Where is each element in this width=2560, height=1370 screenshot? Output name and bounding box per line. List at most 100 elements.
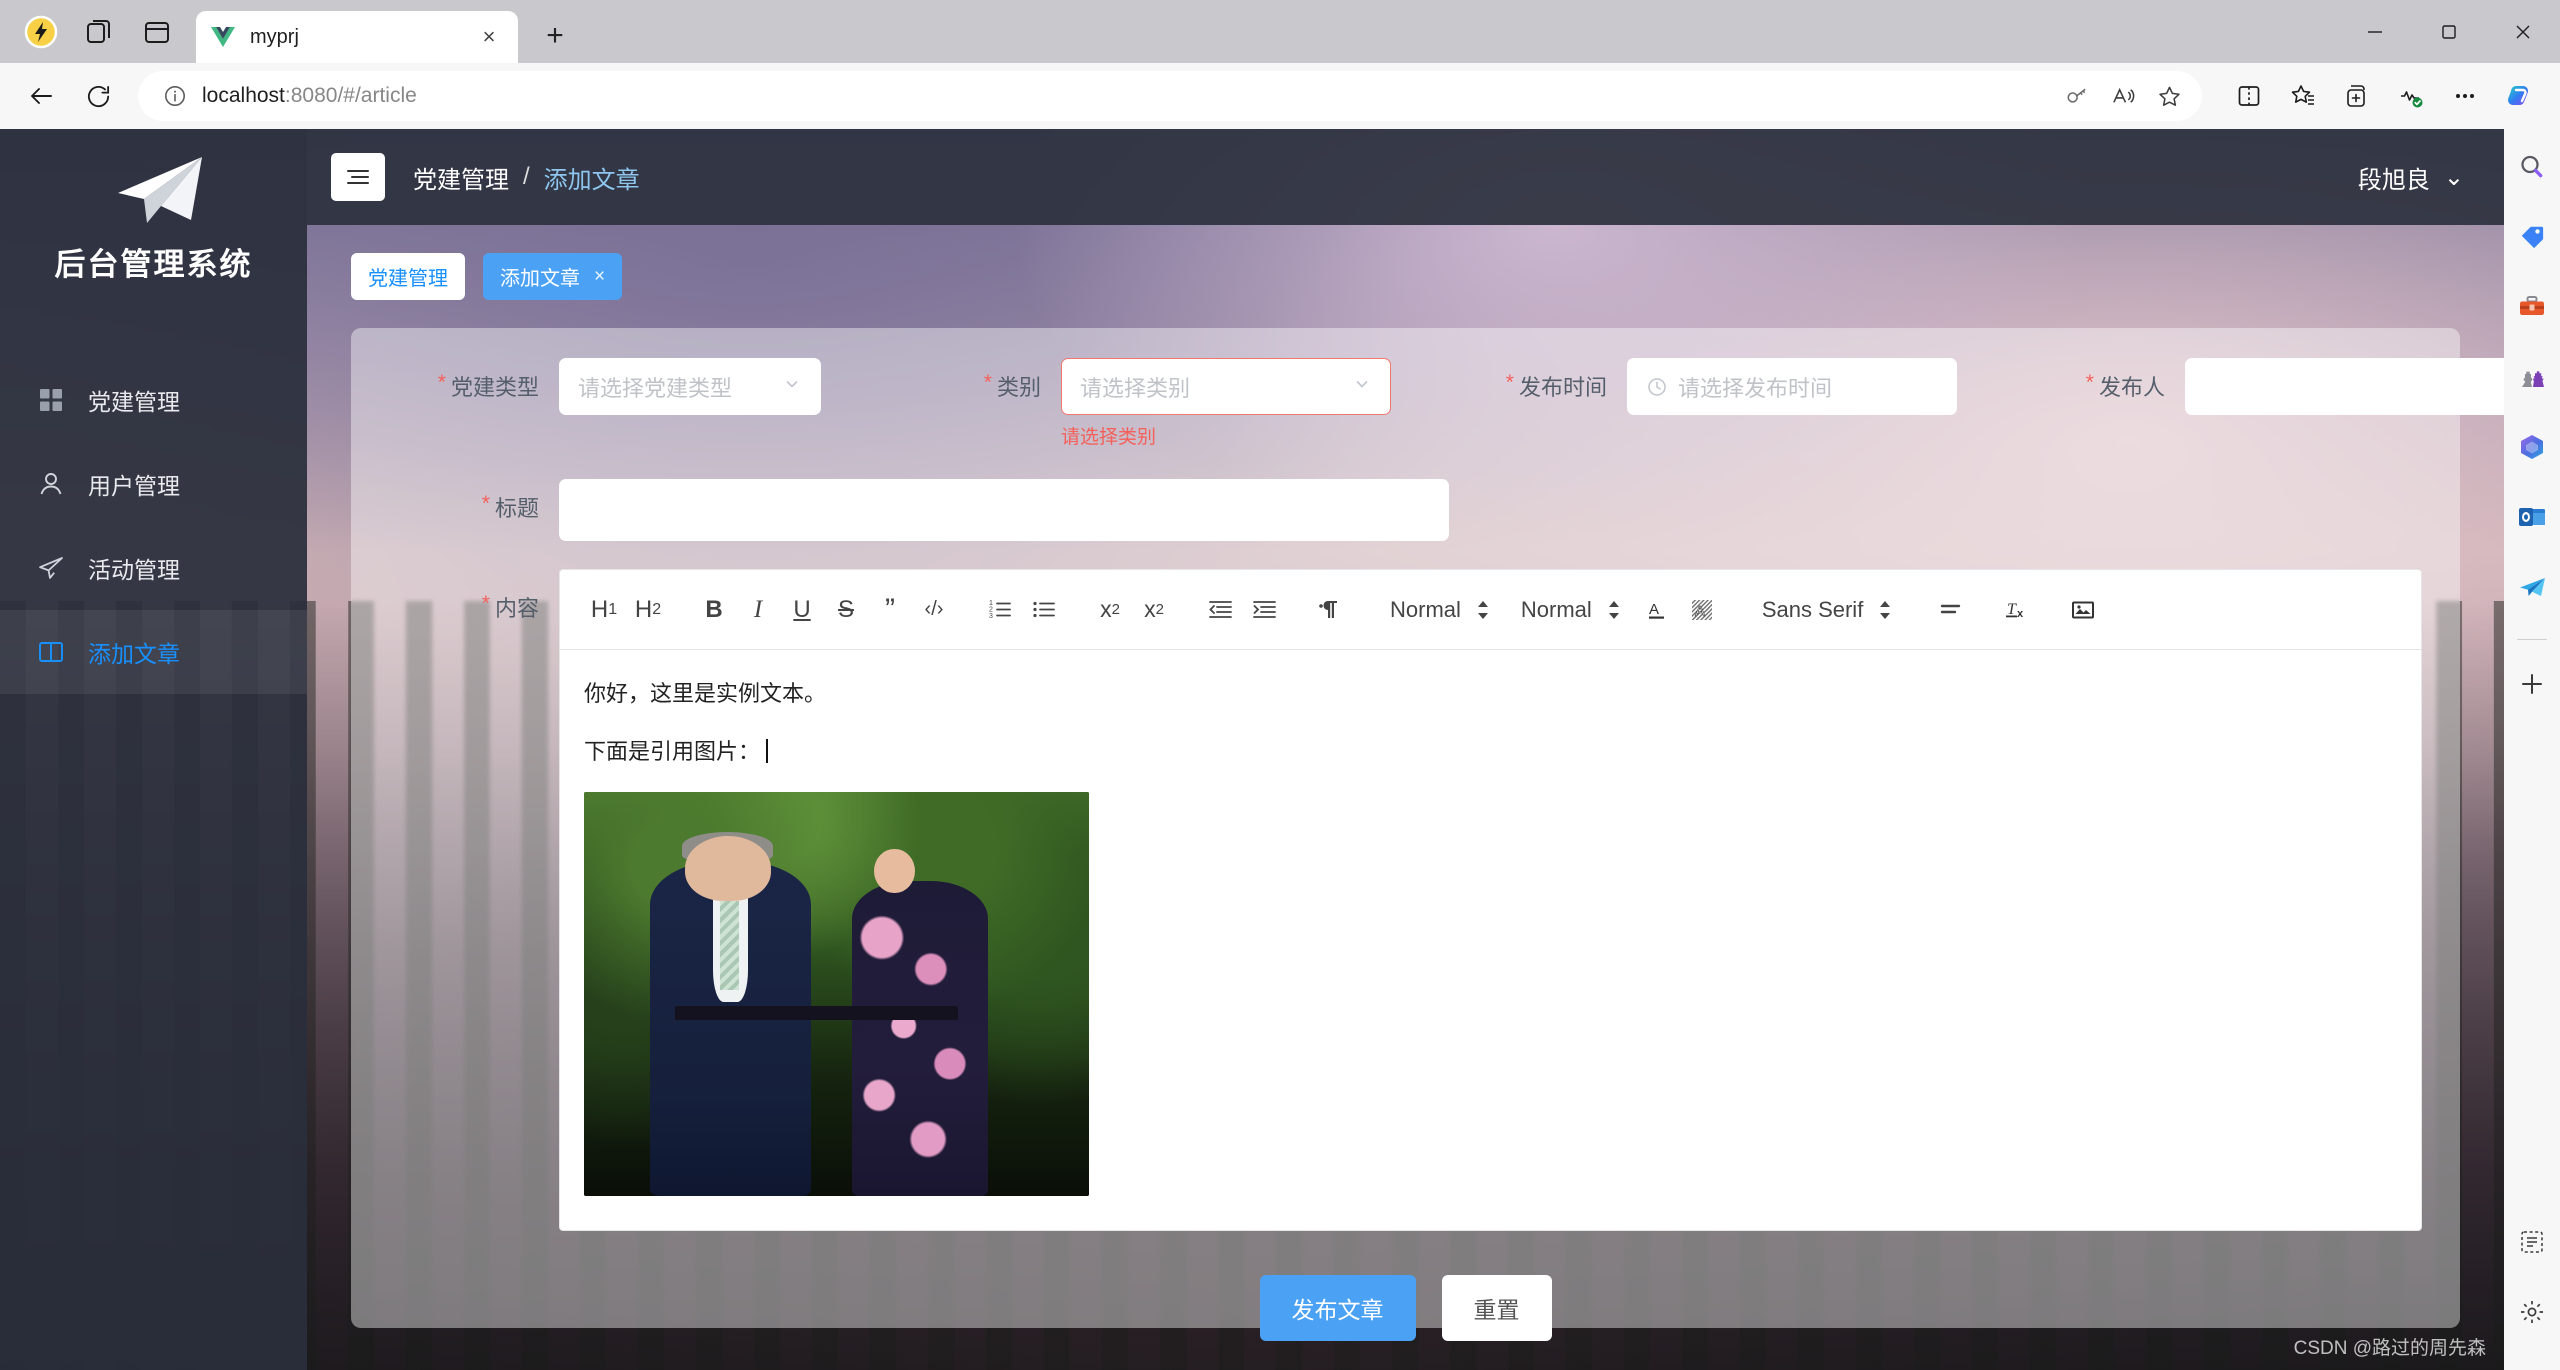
editor-content-area[interactable]: 你好，这里是实例文本。 下面是引用图片： — [560, 650, 2421, 1230]
read-aloud-icon[interactable] — [2100, 73, 2146, 119]
tab-search-icon[interactable] — [76, 9, 122, 55]
toolbox-icon[interactable] — [2510, 285, 2554, 329]
sidebar-item-activity-management[interactable]: 活动管理 — [0, 526, 307, 610]
title-label: * 标题 — [389, 479, 539, 523]
font-color-button[interactable]: A — [1636, 586, 1680, 634]
games-icon[interactable] — [2510, 355, 2554, 399]
close-window-button[interactable] — [2486, 0, 2560, 63]
category-select[interactable]: 请选择类别 — [1061, 358, 1391, 415]
collections-icon[interactable] — [2276, 69, 2330, 123]
field-control — [2185, 358, 2504, 415]
svg-text:3: 3 — [989, 613, 993, 620]
url-path: :8080/#/article — [284, 84, 417, 107]
field-control: 请选择党建类型 — [559, 358, 821, 415]
maximize-button[interactable] — [2412, 0, 2486, 63]
indent-button[interactable] — [1242, 586, 1286, 634]
breadcrumb-parent[interactable]: 党建管理 — [413, 160, 509, 195]
publish-time-picker[interactable]: 请选择发布时间 — [1627, 358, 1957, 415]
text-direction-button[interactable] — [1308, 586, 1352, 634]
svg-text:A: A — [1695, 603, 1705, 620]
favorite-star-icon[interactable] — [2146, 73, 2192, 119]
sidebar-item-add-article[interactable]: 添加文章 — [0, 610, 307, 694]
background-color-button[interactable]: A — [1680, 586, 1724, 634]
heading-1-button[interactable]: H1 — [582, 586, 626, 634]
app-sidebar: 后台管理系统 党建管理 用户管理 活动管理 添加文章 — [0, 129, 307, 1370]
key-icon[interactable] — [2054, 73, 2100, 119]
publisher-input[interactable] — [2185, 358, 2504, 415]
required-marker: * — [1505, 371, 1514, 394]
browser-essentials-icon[interactable] — [2384, 69, 2438, 123]
tag-add-article[interactable]: 添加文章 × — [483, 253, 623, 300]
sidebar-item-user-management[interactable]: 用户管理 — [0, 442, 307, 526]
label-text: 发布人 — [2098, 375, 2165, 400]
menu-toggle-button[interactable] — [331, 153, 385, 201]
select-value: Normal — [1390, 596, 1461, 622]
align-button[interactable] — [1929, 586, 1973, 634]
search-icon[interactable] — [2510, 145, 2554, 189]
sidebar-menu: 党建管理 用户管理 活动管理 添加文章 — [0, 358, 307, 694]
header-size-select[interactable]: Normal — [1380, 586, 1499, 634]
content-label: * 内容 — [389, 569, 539, 623]
settings-gear-icon[interactable] — [2510, 1290, 2554, 1334]
browser-tab[interactable]: myprj × — [196, 11, 518, 63]
info-circle-icon[interactable] — [158, 79, 192, 113]
editor-inline-image[interactable] — [584, 792, 1089, 1196]
ordered-list-button[interactable]: 123 — [978, 586, 1022, 634]
customize-icon[interactable] — [2510, 1220, 2554, 1264]
line-height-select[interactable]: Normal — [1511, 586, 1630, 634]
form-row-content: * 内容 H1 H2 B I U S ” ‹/› 1 2 3 x 2 x 2 N… — [389, 569, 2422, 1231]
insert-image-button[interactable] — [2061, 586, 2105, 634]
blockquote-button[interactable]: ” — [868, 586, 912, 634]
outdent-button[interactable] — [1198, 586, 1242, 634]
back-arrow-icon[interactable] — [14, 68, 70, 124]
subscript-button[interactable]: x2 — [1088, 586, 1132, 634]
more-options-icon[interactable] — [2438, 69, 2492, 123]
font-family-select[interactable]: Sans Serif — [1752, 586, 1902, 634]
add-icon[interactable] — [2510, 662, 2554, 706]
split-screen-icon[interactable] — [2222, 69, 2276, 123]
italic-button[interactable]: I — [736, 586, 780, 634]
sidebar-item-party-management[interactable]: 党建管理 — [0, 358, 307, 442]
paper-plane-icon[interactable] — [2510, 565, 2554, 609]
clear-format-button[interactable]: Tx — [1995, 586, 2039, 634]
url-host: localhost — [202, 84, 285, 107]
heading-2-button[interactable]: H2 — [626, 586, 670, 634]
microsoft365-icon[interactable] — [2510, 425, 2554, 469]
new-tab-button[interactable]: + — [532, 13, 578, 59]
strikethrough-button[interactable]: S — [824, 586, 868, 634]
price-tag-icon[interactable] — [2510, 215, 2554, 259]
bold-button[interactable]: B — [692, 586, 736, 634]
label-text: 发布时间 — [1518, 375, 1607, 400]
editor-toolbar: H1 H2 B I U S ” ‹/› 123 x 2 x 2 Normal N… — [560, 570, 2421, 650]
add-tab-group-icon[interactable] — [2330, 69, 2384, 123]
field-label: * 发布人 — [2055, 358, 2165, 402]
outlook-icon[interactable] — [2510, 495, 2554, 539]
copilot-icon[interactable] — [2492, 69, 2546, 123]
title-input[interactable] — [559, 479, 1449, 541]
minimize-button[interactable] — [2338, 0, 2412, 63]
party-type-select[interactable]: 请选择党建类型 — [559, 358, 821, 415]
paragraph-text: 下面是引用图片： — [584, 739, 761, 764]
code-block-button[interactable]: ‹/› — [912, 586, 956, 634]
select-placeholder: 请选择类别 — [1080, 375, 1191, 401]
underline-button[interactable]: U — [780, 586, 824, 634]
reset-button[interactable]: 重置 — [1441, 1275, 1552, 1341]
submit-article-button[interactable]: 发布文章 — [1259, 1275, 1416, 1341]
chevron-updown-icon — [1477, 600, 1489, 619]
superscript-button[interactable]: x2 — [1132, 586, 1176, 634]
bullet-list-button[interactable] — [1022, 586, 1066, 634]
category-error-message: 请选择类别 — [1061, 427, 1157, 448]
user-name: 段旭良 — [2357, 166, 2430, 194]
reload-icon[interactable] — [70, 68, 126, 124]
user-menu[interactable]: 段旭良 ⌄ — [2358, 160, 2464, 195]
toolbar-right-icons — [2222, 69, 2546, 123]
required-marker: * — [481, 592, 490, 615]
browser-profile-icon[interactable] — [18, 9, 64, 55]
address-bar[interactable]: localhost:8080/#/article — [138, 71, 2202, 121]
tab-close-icon[interactable]: × — [474, 22, 504, 52]
split-pane-icon[interactable] — [134, 9, 180, 55]
field-publisher: * 发布人 — [2055, 358, 2504, 415]
editor-paragraph-1: 你好，这里是实例文本。 — [584, 681, 827, 706]
tag-party-management[interactable]: 党建管理 — [351, 253, 465, 300]
tag-close-icon[interactable]: × — [594, 266, 605, 288]
